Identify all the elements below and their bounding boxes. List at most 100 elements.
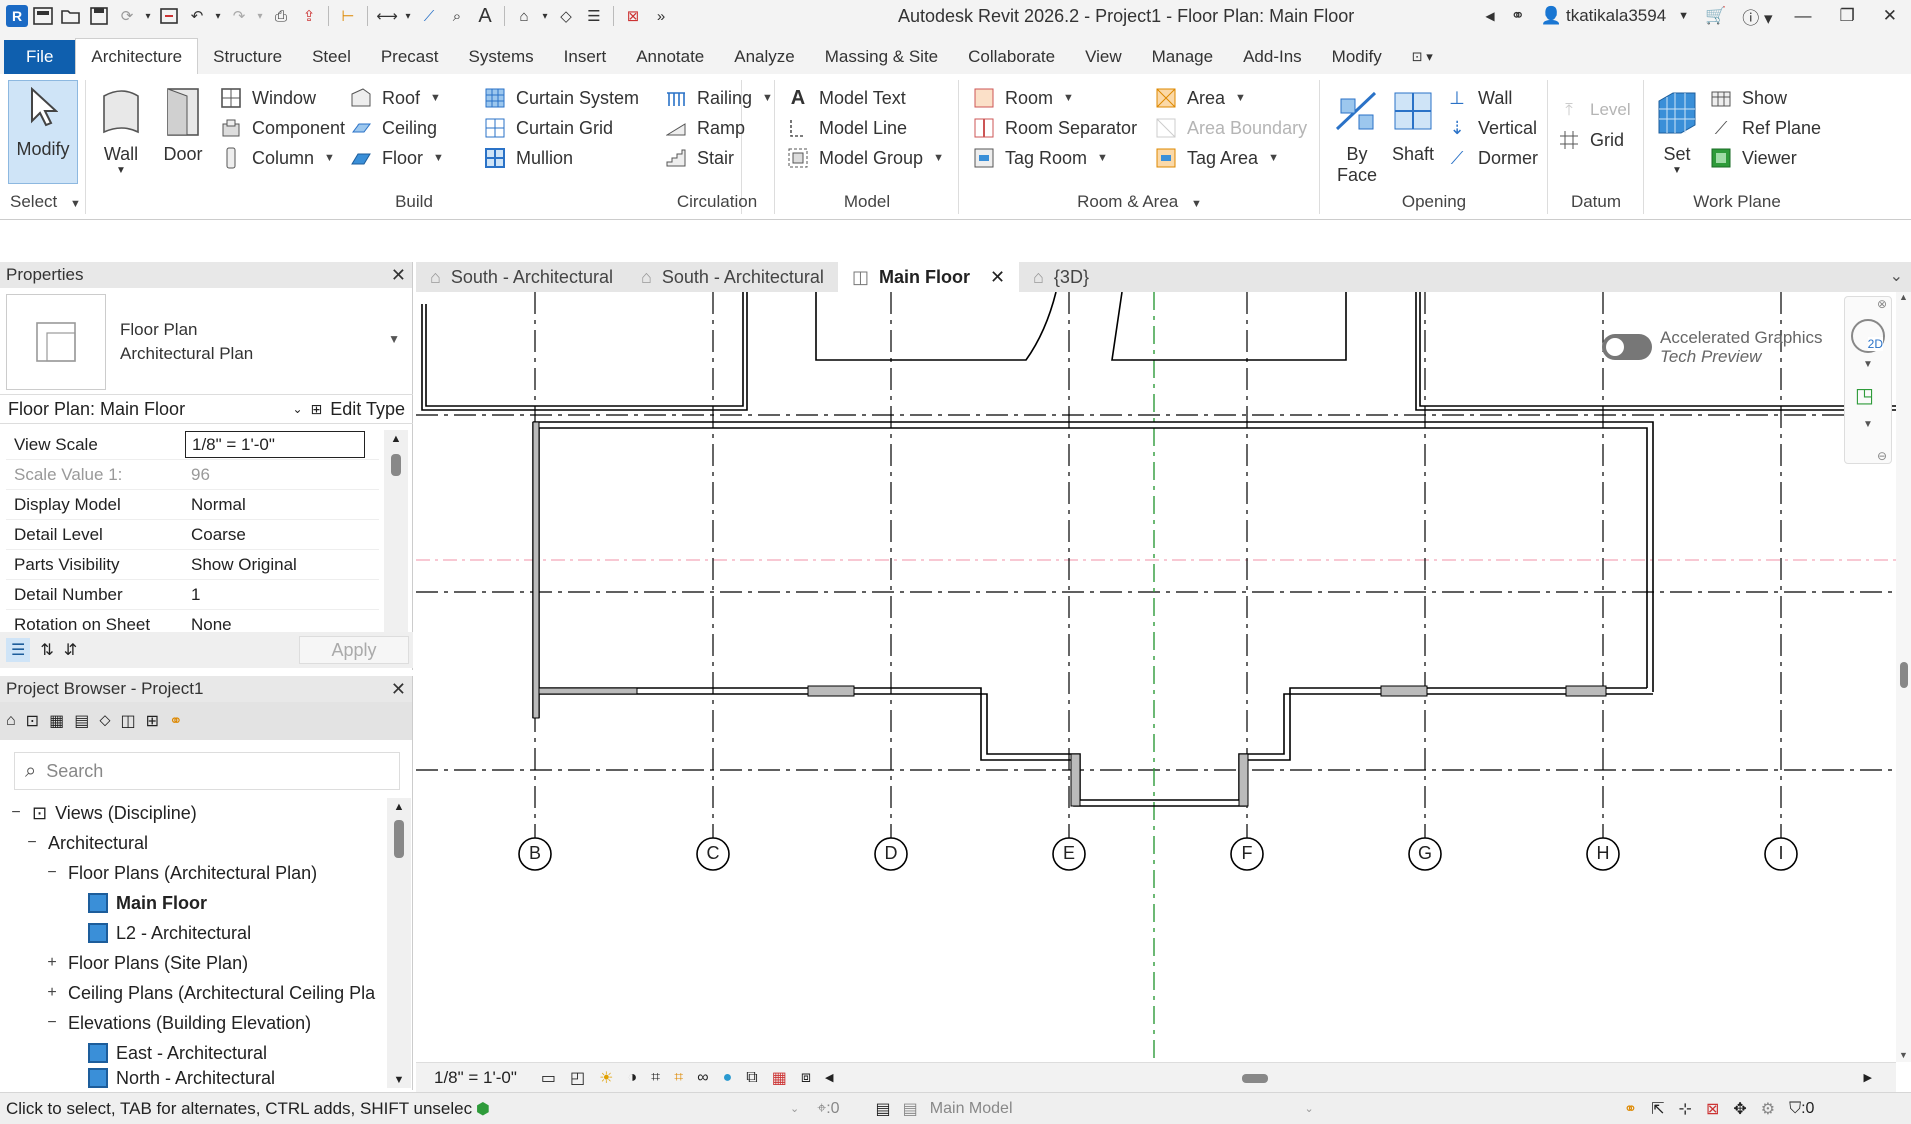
dimension-icon[interactable]: ⟷ bbox=[374, 3, 400, 29]
tab-modify[interactable]: Modify bbox=[1317, 40, 1397, 74]
tab-3d[interactable]: ⌂ {3D} bbox=[1019, 262, 1103, 292]
detail-level-icon[interactable]: ▭ bbox=[541, 1068, 556, 1088]
prop-row-detail-number[interactable]: Detail Number 1 bbox=[6, 580, 379, 610]
collapse-icon[interactable]: − bbox=[44, 864, 60, 882]
chevron-down-icon[interactable]: ⌄ bbox=[292, 402, 302, 416]
grid-label-h[interactable]: H bbox=[1595, 843, 1611, 864]
sync-dropdown-icon[interactable]: ▾ bbox=[142, 3, 154, 29]
toggle-switch[interactable] bbox=[1602, 334, 1652, 360]
model-line-button[interactable]: Model Line bbox=[787, 114, 907, 142]
stair-button[interactable]: Stair bbox=[665, 144, 734, 172]
highlight-displacement-icon[interactable]: ⧈ bbox=[801, 1069, 811, 1087]
tree-item[interactable]: + Ceiling Plans (Architectural Ceiling Pl… bbox=[0, 978, 384, 1008]
tab-add-ins[interactable]: Add-Ins bbox=[1228, 40, 1317, 74]
chevron-down-icon[interactable]: ⌄ bbox=[790, 1102, 799, 1115]
prop-row-parts-visibility[interactable]: Parts Visibility Show Original bbox=[6, 550, 379, 580]
select-links-icon[interactable]: ⚭ bbox=[1624, 1099, 1637, 1119]
scroll-thumb[interactable] bbox=[394, 820, 404, 858]
scroll-thumb[interactable] bbox=[1241, 1073, 1268, 1083]
tab-architecture[interactable]: Architecture bbox=[75, 38, 199, 74]
curtain-grid-button[interactable]: Curtain Grid bbox=[484, 114, 613, 142]
grid-button[interactable]: Grid bbox=[1558, 126, 1624, 154]
prop-value[interactable]: 1 bbox=[185, 580, 379, 609]
type-selector[interactable]: Floor Plan Architectural Plan ▼ bbox=[6, 292, 408, 392]
grid-label-e[interactable]: E bbox=[1061, 843, 1077, 864]
undo-dropdown-icon[interactable]: ▾ bbox=[212, 3, 224, 29]
component-button[interactable]: Component▼ bbox=[220, 114, 366, 142]
tree-item[interactable]: − ⊡ Views (Discipline) bbox=[0, 798, 384, 828]
grid-label-f[interactable]: F bbox=[1239, 843, 1255, 864]
chevron-down-icon[interactable]: ▼ bbox=[388, 332, 400, 346]
close-icon[interactable]: ✕ bbox=[391, 679, 406, 700]
curtain-system-button[interactable]: Curtain System bbox=[484, 84, 639, 112]
prop-value-input[interactable]: 1/8" = 1'-0" bbox=[185, 430, 379, 459]
text-icon[interactable]: A bbox=[472, 3, 498, 29]
tab-file[interactable]: File bbox=[4, 40, 76, 74]
design-options-icon[interactable]: ⬢ bbox=[476, 1099, 490, 1119]
views-icon[interactable]: ⊡ bbox=[26, 711, 39, 731]
thin-lines-icon[interactable]: ☰ bbox=[581, 3, 607, 29]
accelerated-graphics-toggle[interactable]: Accelerated Graphics Tech Preview bbox=[1602, 328, 1823, 366]
view-cube-2d-icon[interactable]: 2D bbox=[1851, 319, 1885, 353]
scroll-down-icon[interactable]: ▼ bbox=[387, 1074, 411, 1086]
tree-item[interactable]: East - Architectural bbox=[0, 1038, 384, 1068]
viewer-button[interactable]: Viewer bbox=[1710, 144, 1797, 172]
tab-systems[interactable]: Systems bbox=[453, 40, 548, 74]
wall-opening-button[interactable]: ⊥ Wall bbox=[1446, 84, 1512, 112]
floor-button[interactable]: Floor ▼ bbox=[350, 144, 444, 172]
show-crop-icon[interactable]: ⌗ bbox=[674, 1069, 683, 1087]
tag-icon[interactable]: ⌕ bbox=[444, 3, 470, 29]
properties-scrollbar[interactable]: ▲ ▼ bbox=[384, 430, 408, 644]
dormer-button[interactable]: ⟋ Dormer bbox=[1446, 144, 1538, 172]
tab-analyze[interactable]: Analyze bbox=[719, 40, 809, 74]
roof-button[interactable]: Roof ▼ bbox=[350, 84, 441, 112]
tree-item[interactable]: − Architectural bbox=[0, 828, 384, 858]
tab-insert[interactable]: Insert bbox=[549, 40, 622, 74]
select-pinned-icon[interactable]: ⊹ bbox=[1679, 1099, 1692, 1119]
browser-scrollbar[interactable]: ▲ ▼ bbox=[387, 798, 411, 1088]
canvas-vertical-scrollbar[interactable]: ▲ ▼ bbox=[1896, 292, 1911, 1062]
families-icon[interactable]: ⬦ bbox=[99, 712, 110, 730]
scroll-up-icon[interactable]: ▲ bbox=[387, 798, 411, 816]
binoculars-icon[interactable]: ⚭ bbox=[1503, 0, 1533, 32]
tree-item[interactable]: − Floor Plans (Architectural Plan) bbox=[0, 858, 384, 888]
tree-item-main-floor[interactable]: Main Floor bbox=[0, 888, 384, 918]
caret-left-icon[interactable]: ◀ bbox=[1477, 0, 1502, 32]
vertical-opening-button[interactable]: ⇣ Vertical bbox=[1446, 114, 1537, 142]
view-scale-field[interactable]: 1/8" = 1'-0" bbox=[185, 431, 365, 458]
cart-icon[interactable]: 🛒 bbox=[1697, 0, 1734, 32]
temporary-hide-icon[interactable]: ∞ bbox=[697, 1069, 708, 1087]
modify-button[interactable]: Modify bbox=[8, 80, 78, 184]
ref-plane-button[interactable]: ⟋ Ref Plane bbox=[1710, 114, 1821, 142]
expand-icon[interactable]: + bbox=[44, 954, 60, 972]
close-icon[interactable]: ✕ bbox=[391, 265, 406, 286]
search-input[interactable]: ⌕ Search bbox=[14, 752, 400, 790]
design-options-toggle-icon[interactable]: ▤ bbox=[903, 1099, 918, 1119]
instance-filter[interactable]: Floor Plan: Main Floor bbox=[8, 399, 185, 420]
collapse-icon[interactable]: − bbox=[24, 834, 40, 852]
spot-icon[interactable]: ⟋ bbox=[416, 3, 442, 29]
visual-style-icon[interactable]: ◰ bbox=[570, 1068, 585, 1088]
grid-label-g[interactable]: G bbox=[1417, 843, 1433, 864]
categorized-icon[interactable]: ☰ bbox=[6, 638, 31, 662]
home-view-icon[interactable]: ⌂ bbox=[6, 712, 16, 730]
grid-label-b[interactable]: B bbox=[527, 843, 543, 864]
reveal-hidden-icon[interactable]: ● bbox=[723, 1069, 733, 1087]
worksets-icon[interactable]: ⌖ bbox=[817, 1100, 826, 1118]
restore-icon[interactable]: ❐ bbox=[1826, 0, 1869, 32]
prop-value[interactable]: Normal bbox=[185, 490, 379, 519]
close-hidden-icon[interactable]: ⊠ bbox=[620, 3, 646, 29]
sun-path-icon[interactable]: ☀ bbox=[599, 1068, 613, 1088]
tree-item[interactable]: − Elevations (Building Elevation) bbox=[0, 1008, 384, 1038]
tab-precast[interactable]: Precast bbox=[366, 40, 454, 74]
sync-icon[interactable]: ⟳ bbox=[114, 3, 140, 29]
save-icon[interactable] bbox=[86, 3, 112, 29]
prop-value[interactable]: Coarse bbox=[185, 520, 379, 549]
tag-area-button[interactable]: Tag Area ▼ bbox=[1155, 144, 1279, 172]
chevron-down-icon[interactable]: ▼ bbox=[1863, 419, 1873, 430]
door-button[interactable]: Door bbox=[158, 86, 208, 165]
editable-only-icon[interactable]: ▤ bbox=[876, 1099, 891, 1119]
filter-icon[interactable]: ⛉ bbox=[1789, 1100, 1801, 1118]
group-title-room-area[interactable]: Room & Area ▼ bbox=[959, 192, 1320, 212]
tab-view[interactable]: View bbox=[1070, 40, 1137, 74]
